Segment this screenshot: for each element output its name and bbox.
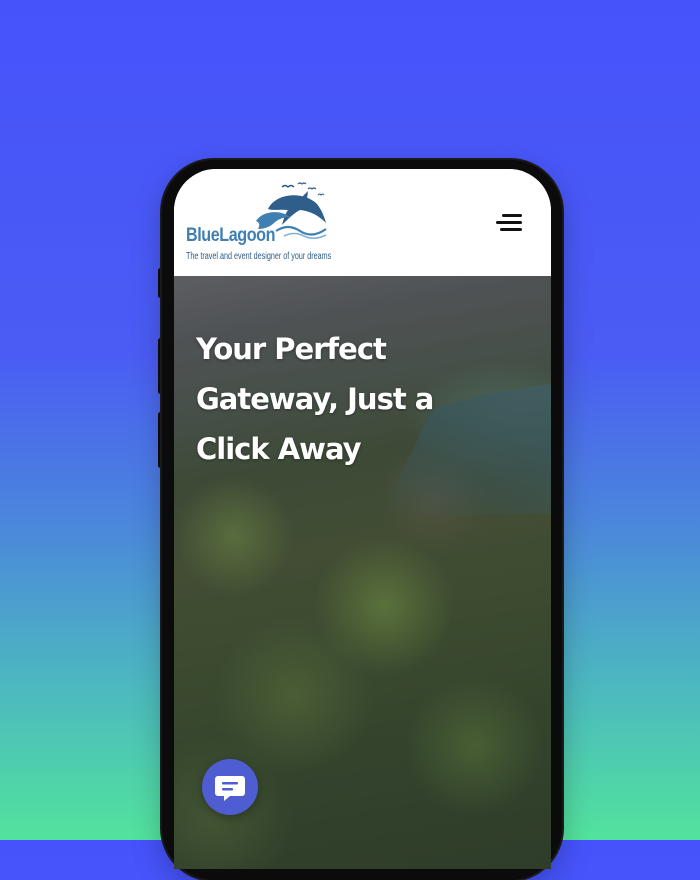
site-header: BlueLagoon The travel and event designer… <box>174 169 551 276</box>
chat-button[interactable] <box>202 759 258 815</box>
chat-bubble-icon <box>215 776 245 801</box>
hamburger-menu-icon[interactable] <box>496 211 524 235</box>
brand-name: BlueLagoon <box>186 225 276 246</box>
hero-title: Your Perfect Gateway, Just a Click Away <box>196 332 434 466</box>
brand-tagline: The travel and event designer of your dr… <box>186 251 332 262</box>
brand-logo[interactable]: BlueLagoon The travel and event designer… <box>184 179 354 265</box>
